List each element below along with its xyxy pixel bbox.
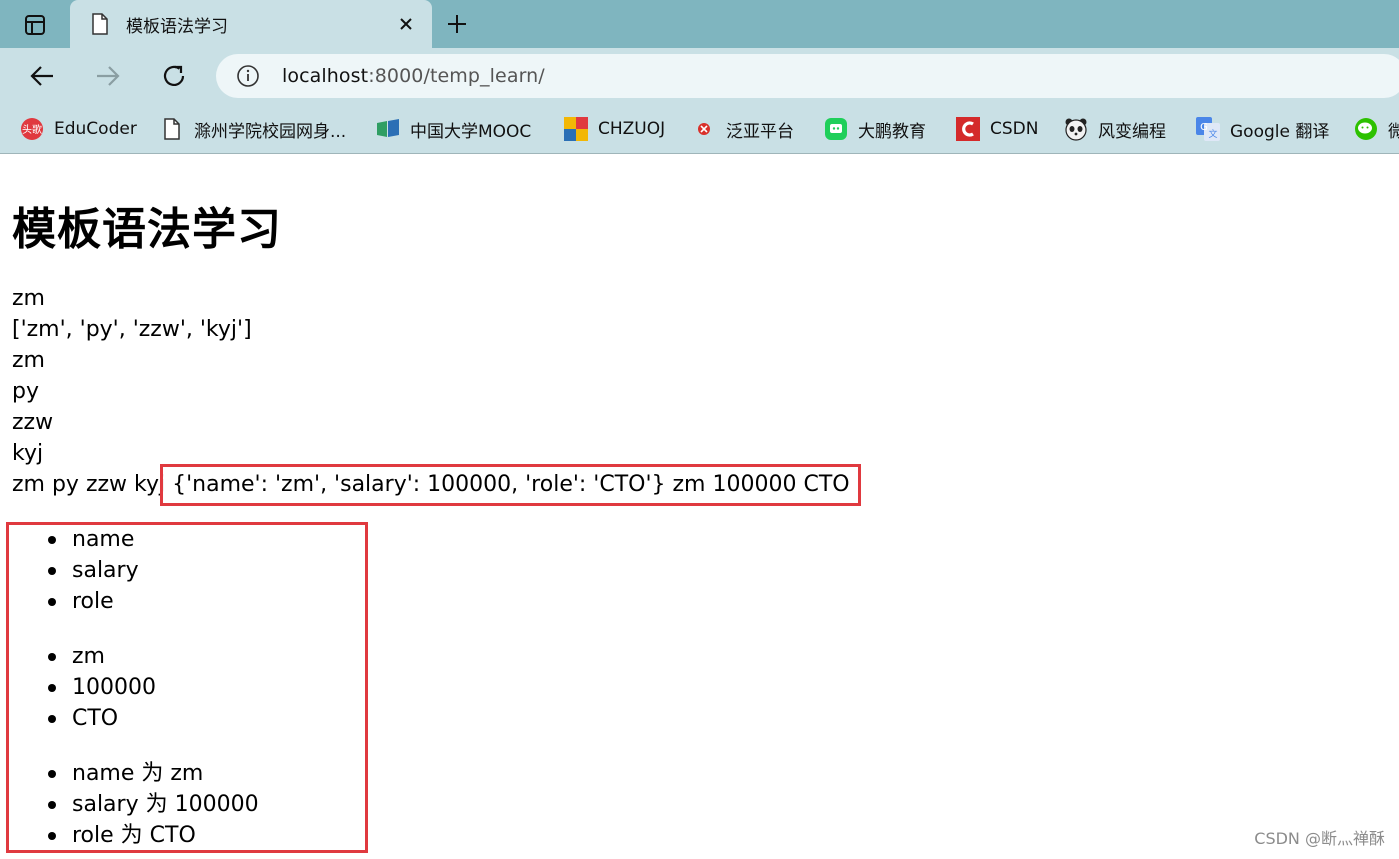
fanya-icon <box>692 117 716 141</box>
tab-title: 模板语法学习 <box>126 17 228 37</box>
bookmark-csdn[interactable]: CSDN <box>956 114 1038 144</box>
page-content: 模板语法学习 zm ['zm', 'py', 'zzw', 'kyj'] zm … <box>0 155 1399 859</box>
bookmark-google-translate[interactable]: G文 Google 翻译 <box>1196 114 1329 144</box>
bookmark-chzuoj[interactable]: CHZUOJ <box>564 114 665 144</box>
tab-actions-icon[interactable] <box>16 10 54 40</box>
reload-icon <box>163 65 185 87</box>
highlight-box-lists <box>6 522 368 853</box>
bookmark-label: 滁州学院校园网身... <box>194 121 347 142</box>
arrow-left-icon <box>30 66 53 86</box>
watermark: CSDN @断灬禅酥 <box>1254 829 1385 848</box>
csdn-icon <box>956 117 980 141</box>
bookmark-label: CHZUOJ <box>598 119 666 139</box>
forward-button[interactable] <box>90 58 126 94</box>
arrow-right-icon <box>97 66 120 86</box>
reload-button[interactable] <box>156 58 192 94</box>
text-line: zm <box>12 286 45 311</box>
bookmark-label: Google 翻译 <box>1230 121 1330 142</box>
bookmark-label: 中国大学MOOC <box>410 121 532 142</box>
panda-icon <box>1064 117 1088 141</box>
bookmark-educoder[interactable]: 头歌 EduCoder <box>20 114 137 144</box>
svg-text:文: 文 <box>1208 128 1217 140</box>
page-title: 模板语法学习 <box>12 204 282 255</box>
tab-strip: 模板语法学习 <box>0 0 1399 48</box>
text-line: ['zm', 'py', 'zzw', 'kyj'] <box>12 317 252 342</box>
chzuoj-icon <box>564 117 588 141</box>
bookmark-label: EduCoder <box>54 119 137 139</box>
bookmark-label: 风变编程 <box>1098 121 1166 142</box>
highlight-box-dict-output <box>160 464 861 506</box>
bookmarks-bar: 头歌 EduCoder 滁州学院校园网身... 中国大学MOOC CHZUOJ … <box>0 104 1399 154</box>
wechat-icon <box>1354 117 1378 141</box>
bookmark-dapeng[interactable]: 大鹏教育 <box>824 114 926 144</box>
text-line: zzw <box>12 410 54 435</box>
bookmark-fengbian[interactable]: 风变编程 <box>1064 114 1166 144</box>
navigation-toolbar: localhost:8000/temp_learn/ <box>0 48 1399 104</box>
text-line: py <box>12 379 39 404</box>
text-line: zm <box>12 348 45 373</box>
url-text[interactable]: localhost:8000/temp_learn/ <box>282 65 545 87</box>
page-icon <box>90 12 110 36</box>
active-tab[interactable]: 模板语法学习 <box>70 0 432 48</box>
bookmark-label: CSDN <box>990 119 1039 139</box>
url-path: :8000/temp_learn/ <box>368 65 545 87</box>
google-translate-icon: G文 <box>1196 117 1220 141</box>
new-tab-button[interactable] <box>440 8 474 40</box>
bookmark-wechat[interactable]: 微 <box>1354 114 1399 144</box>
svg-text:头歌: 头歌 <box>22 123 42 136</box>
bookmark-fanya[interactable]: 泛亚平台 <box>692 114 794 144</box>
info-icon[interactable] <box>236 64 260 88</box>
bookmark-mooc[interactable]: 中国大学MOOC <box>376 114 531 144</box>
bookmark-label: 泛亚平台 <box>726 121 794 142</box>
back-button[interactable] <box>24 58 60 94</box>
address-bar[interactable]: localhost:8000/temp_learn/ <box>216 54 1399 98</box>
svg-text:G: G <box>1200 122 1208 133</box>
dapeng-icon <box>824 117 848 141</box>
url-host: localhost <box>282 65 369 87</box>
bookmark-label: 微 <box>1388 117 1399 142</box>
close-icon[interactable] <box>394 12 418 36</box>
bookmark-chzu-login[interactable]: 滁州学院校园网身... <box>160 114 346 144</box>
plus-icon <box>448 15 466 33</box>
bookmark-label: 大鹏教育 <box>858 121 926 142</box>
educoder-icon: 头歌 <box>20 117 44 141</box>
page-icon <box>160 117 184 141</box>
mooc-icon <box>376 117 400 141</box>
